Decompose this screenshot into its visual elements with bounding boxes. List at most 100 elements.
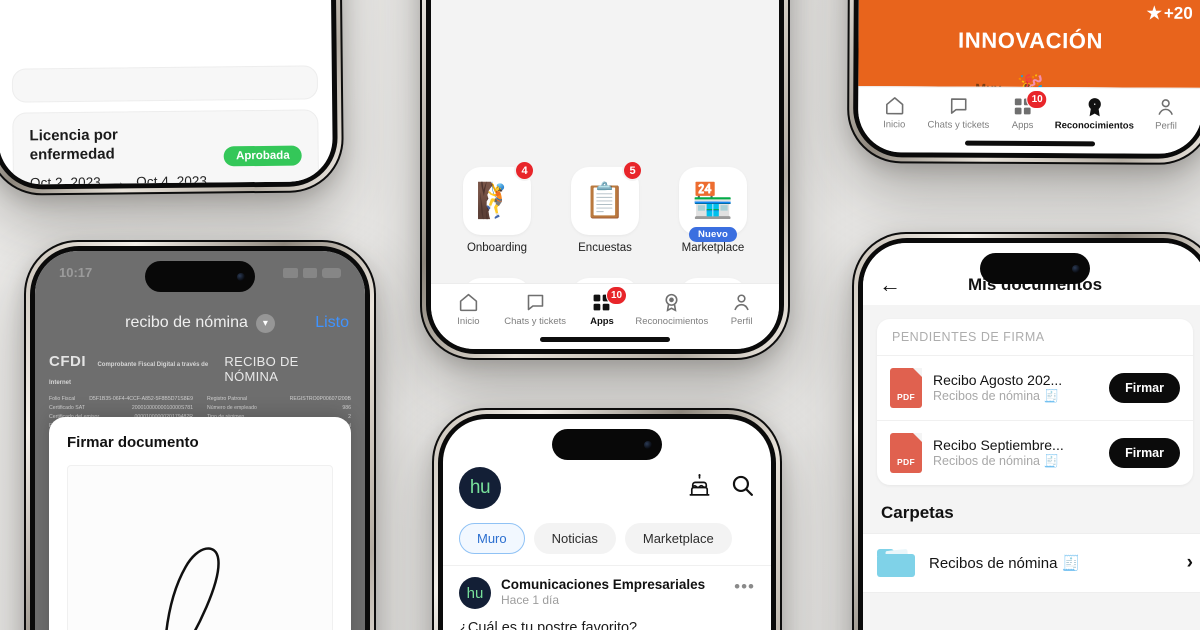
- request-card[interactable]: [11, 65, 319, 103]
- tab-label: Chats y tickets: [927, 119, 990, 131]
- folder-row[interactable]: Recibos de nómina 🧾 ›: [863, 533, 1200, 593]
- app-logo[interactable]: hu: [459, 467, 501, 509]
- home-indicator: [540, 337, 670, 342]
- notch: [552, 429, 662, 460]
- home-icon: [435, 291, 502, 313]
- post-more-icon[interactable]: •••: [734, 577, 755, 597]
- tab-reconocimientos[interactable]: Reconocimientos: [1054, 95, 1134, 132]
- feed-post: hu Comunicaciones Empresariales Hace 1 d…: [443, 565, 771, 630]
- tab-perfil[interactable]: Perfil: [1134, 96, 1198, 132]
- back-icon[interactable]: ←: [879, 274, 901, 296]
- tab-label: Apps: [1011, 119, 1034, 132]
- feed-screen: hu Muro Noticias Marketplace hu Comunica…: [443, 419, 771, 630]
- tab-chats[interactable]: Chats y tickets: [502, 291, 569, 327]
- tab-badge: 10: [605, 286, 628, 305]
- phone-requests: Licencia por enfermedad Oct 2, 2023 → Oc…: [0, 0, 345, 196]
- cfdi-key: Certificado SAT: [49, 405, 85, 411]
- signature-pad[interactable]: [67, 465, 333, 630]
- done-button[interactable]: Listo: [315, 314, 349, 332]
- phone-documents: ← Mis documentos PENDIENTES DE FIRMA PDF…: [852, 232, 1200, 630]
- request-date-from: Oct 2, 2023: [29, 174, 101, 185]
- tab-label: Chats y tickets: [504, 316, 567, 327]
- front-camera-icon: [1072, 264, 1080, 273]
- front-camera-icon: [237, 272, 245, 281]
- chevron-right-icon: ›: [1186, 552, 1193, 573]
- home-icon: [862, 94, 926, 116]
- phone-apps: 🧗 4 Onboarding 📋 5 Encuestas 🏪 Nuevo Mar…: [420, 0, 790, 360]
- tab-label: Inicio: [457, 316, 480, 327]
- cfdi-value: REGISTRO0P00607I200B: [289, 396, 351, 402]
- cfdi-key: Folio Fiscal: [49, 396, 76, 402]
- document-folder: Recibos de nómina 🧾: [933, 454, 1060, 468]
- app-label: Encuestas: [578, 242, 632, 254]
- signal-icon: [283, 267, 298, 278]
- phone-feed: hu Muro Noticias Marketplace hu Comunica…: [432, 408, 782, 630]
- sign-button[interactable]: Firmar: [1109, 438, 1180, 468]
- document-name: Recibo Agosto 202...: [933, 372, 1063, 388]
- cfdi-value: 2: [348, 414, 351, 420]
- chip-muro[interactable]: Muro: [459, 523, 525, 554]
- app-cell-encuestas[interactable]: 📋 5 Encuestas: [561, 160, 649, 256]
- folder-icon: [877, 548, 915, 577]
- star-points-badge: ★ +20: [1147, 4, 1193, 24]
- notch: [145, 261, 255, 292]
- tab-apps[interactable]: 10 Apps: [569, 286, 636, 327]
- tab-apps[interactable]: 10 Apps: [990, 89, 1054, 132]
- post-author-block: Comunicaciones Empresariales Hace 1 día: [501, 577, 705, 607]
- document-row[interactable]: PDF Recibo Septiembre... Recibos de nómi…: [877, 421, 1193, 485]
- star-points: +20: [1163, 3, 1193, 23]
- sign-document-sheet: Firmar documento: [49, 417, 351, 630]
- folder-name: Recibos de nómina 🧾: [929, 555, 1081, 572]
- search-icon[interactable]: [730, 473, 755, 503]
- tab-label: Inicio: [883, 119, 906, 131]
- post-author: Comunicaciones Empresariales: [501, 577, 706, 592]
- battery-icon: [322, 267, 341, 278]
- chip-noticias[interactable]: Noticias: [533, 523, 616, 554]
- tab-inicio[interactable]: Inicio: [862, 94, 926, 130]
- document-name: Recibo Septiembre...: [933, 437, 1064, 453]
- app-badge: 4: [514, 160, 535, 181]
- sign-button[interactable]: Firmar: [1109, 373, 1180, 403]
- tab-label: Perfil: [1155, 120, 1177, 132]
- apps-grid: 🧗 4 Onboarding 📋 5 Encuestas 🏪 Nuevo Mar…: [431, 0, 779, 283]
- sign-document-screen: 10:17 recibo de nómina ▾ Listo CFDI Comp…: [35, 251, 365, 630]
- tab-perfil[interactable]: Perfil: [708, 291, 775, 327]
- status-indicators: [283, 267, 341, 278]
- document-nav: recibo de nómina ▾ Listo: [35, 303, 365, 343]
- sheet-title: Firmar documento: [67, 434, 199, 451]
- front-camera-icon: [644, 440, 652, 449]
- chevron-down-icon[interactable]: ▾: [255, 313, 275, 333]
- tab-inicio[interactable]: Inicio: [435, 291, 502, 327]
- recognition-banner[interactable]: INNOVACIÓN ★+20 Muy 🎉: [858, 0, 1200, 99]
- request-dates: Oct 2, 2023 → Oct 4, 2023: [30, 172, 302, 185]
- phone-sign-document: 10:17 recibo de nómina ▾ Listo CFDI Comp…: [24, 240, 376, 630]
- chat-icon: [502, 291, 569, 313]
- cfdi-value: 986: [342, 405, 351, 411]
- tab-reconocimientos[interactable]: Reconocimientos: [635, 291, 708, 327]
- tab-label: Reconocimientos: [1054, 120, 1134, 132]
- birthday-cake-icon[interactable]: [687, 473, 712, 503]
- medal-icon: [1055, 95, 1134, 117]
- signature-icon: [165, 547, 220, 630]
- tab-label: Apps: [590, 316, 614, 327]
- recognitions-screen: Hace 1 día INNOVACIÓN ★+20 Muy 🎉 Inicio …: [857, 0, 1200, 154]
- cfdi-key: Número de empleado: [207, 405, 257, 411]
- post-time: Hace 1 día: [501, 593, 560, 607]
- request-card[interactable]: Licencia por enfermedad Oct 2, 2023 → Oc…: [12, 109, 320, 185]
- store-icon: 🏪: [679, 167, 747, 235]
- document-folder: Recibos de nómina 🧾: [933, 389, 1060, 403]
- requests-screen: Licencia por enfermedad Oct 2, 2023 → Oc…: [0, 0, 333, 185]
- tab-label: Perfil: [730, 316, 753, 327]
- app-cell-marketplace[interactable]: 🏪 Nuevo Marketplace: [669, 167, 757, 256]
- star-icon: ★: [1146, 3, 1162, 23]
- avatar: hu: [459, 577, 491, 609]
- notch: [980, 253, 1090, 284]
- tab-chats[interactable]: Chats y tickets: [926, 94, 990, 131]
- app-cell-onboarding[interactable]: 🧗 4 Onboarding: [453, 160, 541, 256]
- wifi-icon: [303, 267, 317, 278]
- cfdi-doc-type: RECIBO DE NÓMINA: [224, 354, 299, 384]
- chip-marketplace[interactable]: Marketplace: [624, 523, 732, 554]
- post-header: hu Comunicaciones Empresariales Hace 1 d…: [459, 577, 755, 609]
- documents-body: PENDIENTES DE FIRMA PDF Recibo Agosto 20…: [863, 305, 1200, 593]
- document-row[interactable]: PDF Recibo Agosto 202... Recibos de nómi…: [877, 356, 1193, 421]
